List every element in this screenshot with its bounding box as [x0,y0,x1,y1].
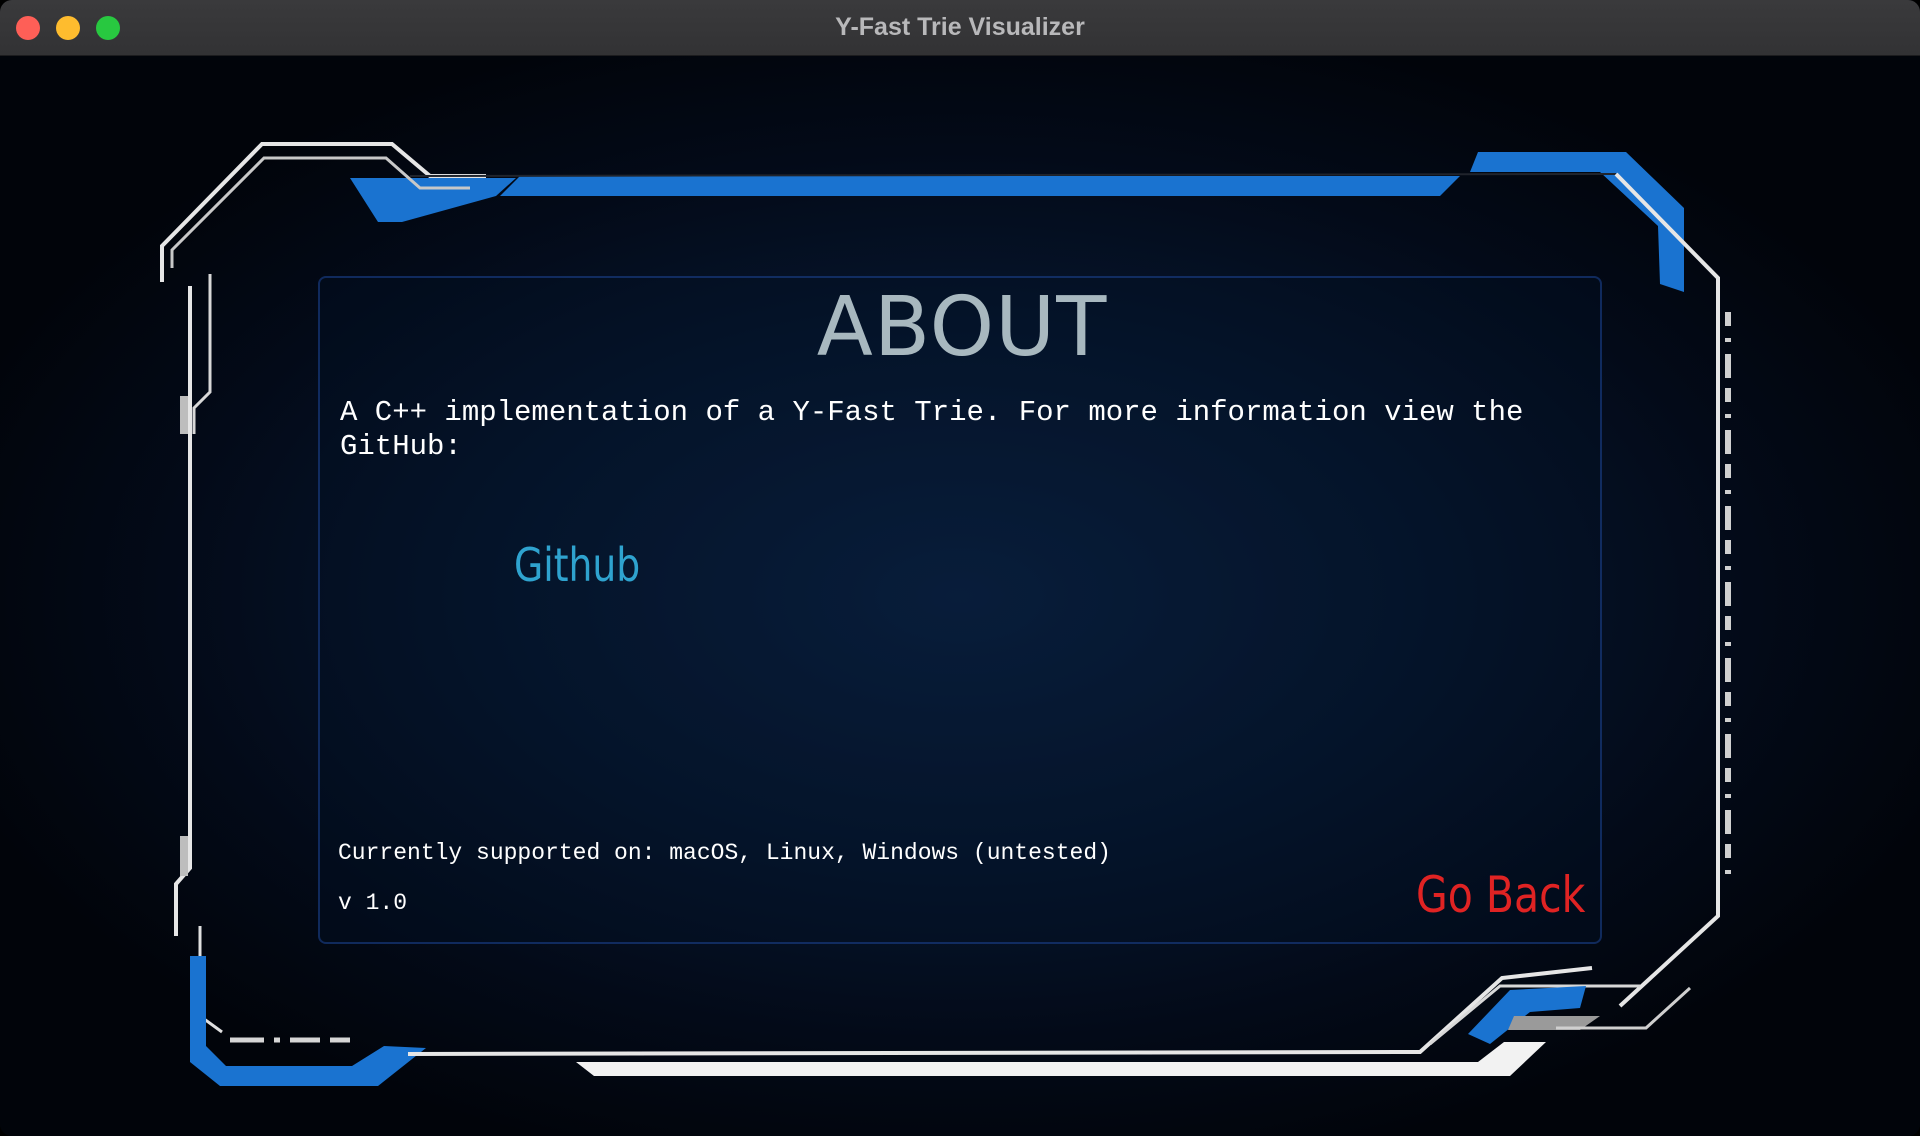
go-back-button[interactable]: Go Back [1416,866,1585,924]
app-window: Y-Fast Trie Visualizer ABOUT A C++ imple… [0,0,1920,1136]
window-title: Y-Fast Trie Visualizer [835,13,1085,41]
about-description: A C++ implementation of a Y-Fast Trie. F… [340,396,1524,463]
supported-platforms-text: Currently supported on: macOS, Linux, Wi… [338,840,1111,866]
about-heading: ABOUT [816,280,1108,375]
version-text: v 1.0 [338,890,408,916]
about-screen: ABOUT A C++ implementation of a Y-Fast T… [0,56,1920,1136]
title-bar: Y-Fast Trie Visualizer [0,0,1920,56]
github-link[interactable]: Github [514,538,640,592]
